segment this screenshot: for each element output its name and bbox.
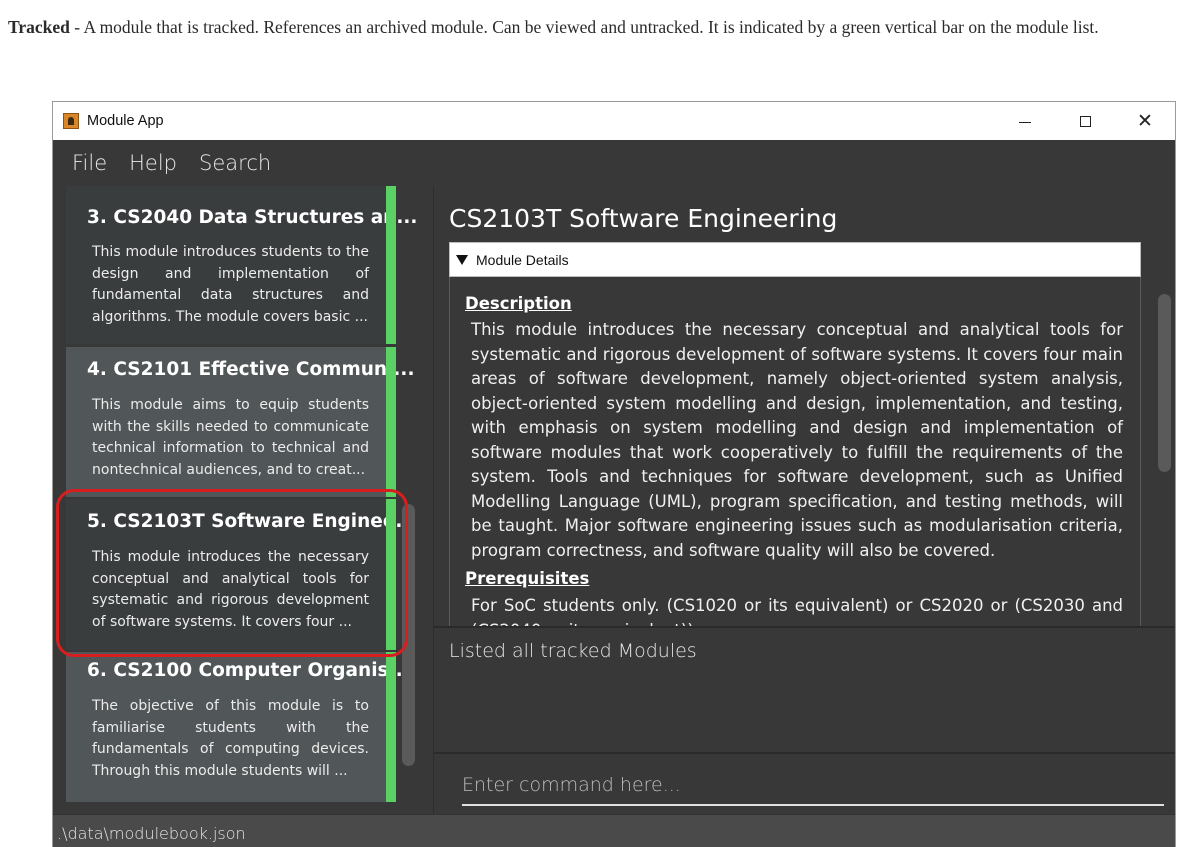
app-icon <box>63 113 79 129</box>
minimize-icon <box>1019 121 1031 123</box>
doc-term: Tracked <box>8 17 70 37</box>
maximize-button[interactable] <box>1055 102 1115 140</box>
detail-title: CS2103T Software Engineering <box>449 204 838 233</box>
tracked-indicator <box>386 347 396 497</box>
module-card-title: 6. CS2100 Computer Organis... <box>87 660 410 681</box>
module-card-description: This module aims to equip students with … <box>92 397 369 478</box>
save-location: .\data\modulebook.json <box>57 824 246 843</box>
module-detail-panel: CS2103T Software Engineering Module Deta… <box>434 186 1175 626</box>
module-details-toggle[interactable]: Module Details <box>449 242 1141 277</box>
prerequisites-text: For SoC students only. (CS1020 or its eq… <box>471 596 1123 626</box>
module-card[interactable]: 4. CS2101 Effective Communi... This modu… <box>66 347 415 497</box>
tracked-indicator <box>386 186 396 344</box>
doc-definition: - A module that is tracked. References a… <box>69 17 1099 37</box>
description-text: This module introduces the necessary con… <box>471 320 1123 560</box>
highlight-outline <box>56 489 408 657</box>
description-heading: Description <box>465 294 572 313</box>
triangle-down-icon <box>456 254 468 265</box>
module-card-title: 3. CS2040 Data Structures an... <box>87 207 418 228</box>
module-card[interactable]: 6. CS2100 Computer Organis... The object… <box>66 652 410 802</box>
close-button[interactable]: ✕ <box>1115 102 1175 140</box>
maximize-icon <box>1079 115 1091 127</box>
module-details-label: Module Details <box>476 251 569 268</box>
title-bar[interactable]: Module App ✕ <box>53 102 1175 140</box>
detail-scrollbar[interactable] <box>1158 294 1171 472</box>
menu-help[interactable]: Help <box>129 151 177 175</box>
window-controls: ✕ <box>995 102 1175 140</box>
prerequisites-heading: Prerequisites <box>465 569 590 588</box>
command-input[interactable] <box>462 766 1164 806</box>
command-box <box>434 752 1175 814</box>
result-display: Listed all tracked Modules <box>434 626 1175 750</box>
minimize-button[interactable] <box>995 102 1055 140</box>
menu-search[interactable]: Search <box>199 151 271 175</box>
module-details-body: Description This module introduces the n… <box>449 277 1141 626</box>
menu-file[interactable]: File <box>72 151 107 175</box>
doc-paragraph: Tracked - A module that is tracked. Refe… <box>8 12 1198 42</box>
module-card-description: The objective of this module is to famil… <box>92 698 369 779</box>
module-card-title: 4. CS2101 Effective Communi... <box>87 359 415 380</box>
tracked-indicator <box>386 652 396 802</box>
module-card[interactable]: 3. CS2040 Data Structures an... This mod… <box>66 186 417 344</box>
close-icon: ✕ <box>1137 110 1153 132</box>
status-bar: .\data\modulebook.json <box>53 814 1175 847</box>
result-message: Listed all tracked Modules <box>449 640 697 662</box>
app-window: Module App ✕ File Help Search 3. CS2040 … <box>52 101 1176 847</box>
module-card-description: This module introduces students to the d… <box>92 244 369 325</box>
window-title: Module App <box>87 113 164 129</box>
menu-bar: File Help Search <box>53 140 1175 186</box>
